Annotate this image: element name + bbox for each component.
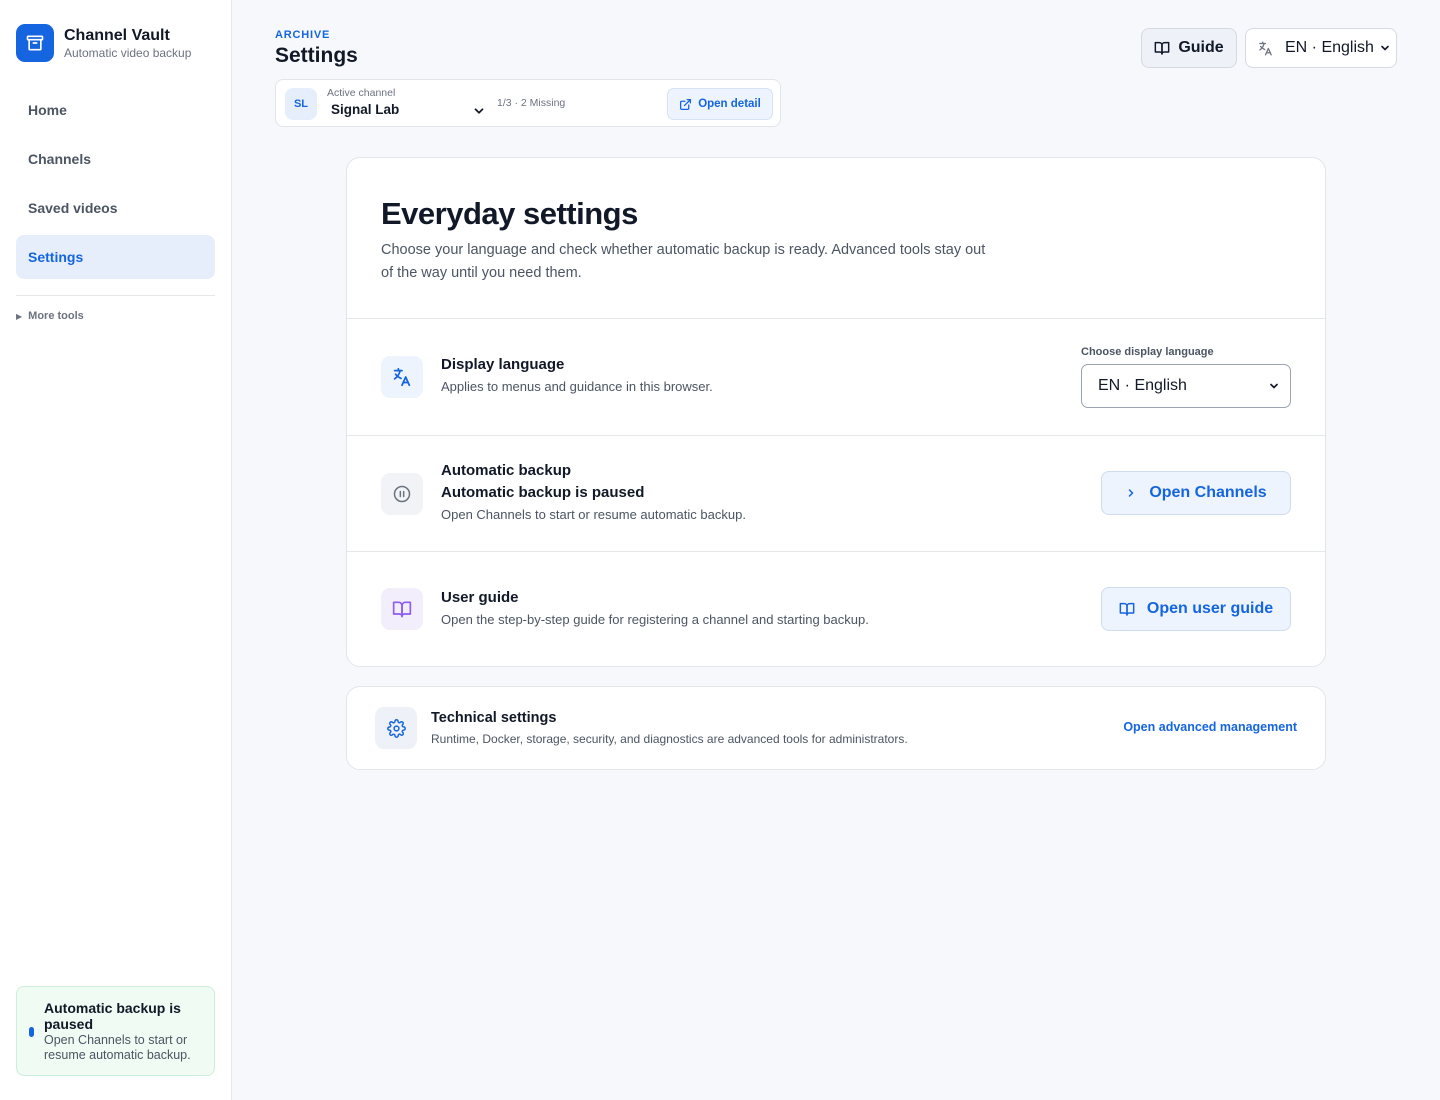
automatic-backup-status: Automatic backup is paused [441,484,645,501]
guide-button[interactable]: Guide [1141,28,1237,68]
brand-subtitle: Automatic video backup [64,45,192,60]
technical-settings-title: Technical settings [431,710,557,726]
gear-icon [375,707,417,749]
technical-settings-card: Technical settings Runtime, Docker, stor… [346,686,1326,770]
translate-icon [1259,40,1272,56]
display-language-description: Applies to menus and guidance in this br… [441,379,713,394]
active-channel-bar: SL Active channel Signal Lab 1/3 · 2 Mis… [275,79,781,127]
language-switcher-value: EN · English [1285,39,1374,56]
status-description: Open Channels to start or resume automat… [44,1033,191,1062]
section-title: Everyday settings [381,196,638,231]
book-open-icon [1154,41,1170,55]
section-description: Choose your language and check whether a… [381,242,986,281]
guide-label: Guide [1178,39,1224,56]
more-tools-toggle[interactable]: ▶ More tools [16,310,84,322]
channel-avatar: SL [285,88,317,120]
brand[interactable]: Channel Vault Automatic video backup [16,24,191,62]
backup-status-card: Automatic backup is paused Open Channels… [16,986,215,1076]
technical-settings-description: Runtime, Docker, storage, security, and … [431,732,908,746]
open-user-guide-label: Open user guide [1146,600,1274,617]
nav-item-channels[interactable]: Channels [16,137,215,181]
main-nav: Home Channels Saved videos Settings [16,88,215,284]
page-eyebrow: ARCHIVE [275,29,331,41]
open-user-guide-button[interactable]: Open user guide [1101,587,1291,631]
active-channel-select[interactable]: Signal Lab [331,102,399,117]
book-open-icon [381,588,423,630]
display-language-select[interactable]: EN · English [1081,364,1291,408]
language-select-label: Choose display language [1081,346,1214,358]
channel-count: 1/3 · 2 Missing [497,97,566,109]
automatic-backup-title: Automatic backup [441,462,572,479]
row-divider [347,318,1325,319]
nav-item-settings[interactable]: Settings [16,235,215,279]
everyday-settings-card: Everyday settings Choose your language a… [346,157,1326,667]
user-guide-description: Open the step-by-step guide for register… [441,612,869,627]
nav-divider [16,295,215,296]
row-divider [347,551,1325,552]
nav-item-saved-videos[interactable]: Saved videos [16,186,215,230]
chevron-right-icon [1129,489,1134,497]
sidebar: Channel Vault Automatic video backup Hom… [0,0,232,1100]
triangle-right-icon: ▶ [16,311,23,321]
open-channels-label: Open Channels [1149,484,1267,501]
display-language-title: Display language [441,356,565,373]
more-tools-label: More tools [28,310,84,322]
chevron-down-icon [1381,45,1389,51]
external-link-icon [680,98,692,110]
automatic-backup-description: Open Channels to start or resume automat… [441,507,746,522]
translate-icon [381,356,423,398]
pause-circle-icon [381,473,423,515]
open-detail-label: Open detail [698,98,761,110]
chevron-down-icon[interactable] [472,104,486,118]
chevron-down-icon [1270,383,1278,389]
open-detail-button[interactable]: Open detail [667,88,773,120]
brand-name: Channel Vault [64,26,170,44]
archive-box-icon [16,24,54,62]
page-title: Settings [275,44,358,67]
nav-item-home[interactable]: Home [16,88,215,132]
language-switcher[interactable]: EN · English [1245,28,1397,68]
book-open-icon [1119,602,1135,616]
status-title: Automatic backup is paused [44,1000,181,1032]
user-guide-title: User guide [441,589,519,606]
row-divider [347,435,1325,436]
display-language-value: EN · English [1098,377,1187,394]
active-channel-label: Active channel [327,87,396,99]
status-indicator [29,1027,34,1037]
open-channels-button[interactable]: Open Channels [1101,471,1291,515]
open-advanced-management-link[interactable]: Open advanced management [1123,720,1297,734]
